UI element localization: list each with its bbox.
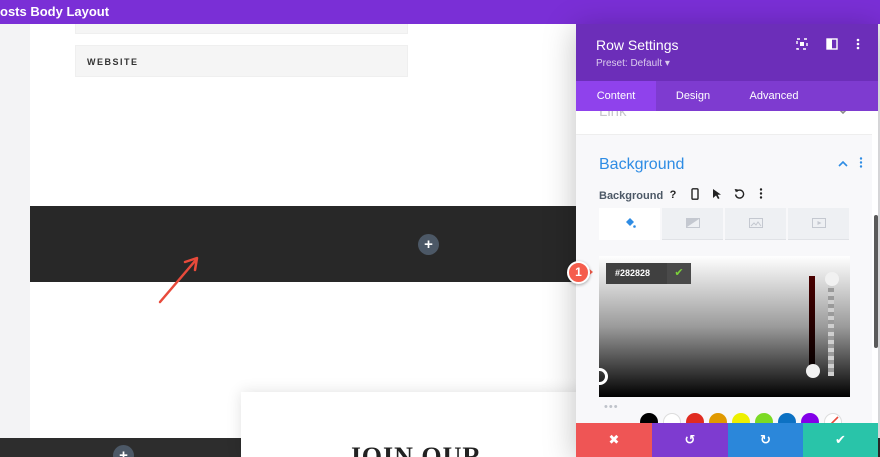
bg-video-tab[interactable] (788, 208, 849, 240)
link-section-toggle[interactable]: Link (576, 111, 872, 135)
builder-top-bar: osts Body Layout (0, 0, 880, 24)
background-field-label: Background (599, 190, 664, 202)
undo-button[interactable]: ↺ (652, 423, 728, 457)
bg-color-tab[interactable] (599, 208, 660, 240)
redo-button[interactable]: ↻ (728, 423, 803, 457)
panel-header: Row Settings Preset: Default ▾ (576, 24, 878, 81)
website-field-label: WEBSITE (87, 57, 139, 67)
row-settings-panel: Row Settings Preset: Default ▾ Content D… (576, 24, 878, 457)
hue-slider[interactable] (809, 276, 815, 376)
opacity-slider-handle[interactable] (825, 272, 839, 286)
panel-body: Link Background Background ? #282828 ✔ •… (576, 111, 878, 457)
hover-cursor-icon[interactable] (710, 188, 724, 202)
panel-tabs: Content Design Advanced (576, 81, 878, 111)
reset-icon[interactable] (732, 188, 746, 202)
dark-row[interactable] (30, 206, 590, 282)
question-icon[interactable]: ? (666, 188, 680, 202)
website-field[interactable]: WEBSITE (75, 45, 408, 77)
bg-gradient-tab[interactable] (662, 208, 723, 240)
join-card: JOIN OUR (241, 392, 589, 457)
mobile-icon[interactable] (688, 188, 702, 202)
gradient-icon (662, 217, 723, 231)
more-icon[interactable] (754, 188, 768, 202)
confirm-color-icon[interactable]: ✔ (667, 263, 691, 284)
tab-content[interactable]: Content (576, 81, 656, 111)
section-more-icon[interactable] (859, 157, 863, 171)
join-heading: JOIN OUR (347, 442, 483, 457)
page-title: osts Body Layout (0, 4, 110, 19)
pointer-arrow-icon (158, 256, 199, 304)
image-icon (725, 217, 786, 231)
saturation-handle[interactable] (599, 368, 608, 385)
preset-dropdown[interactable]: Preset: Default ▾ (596, 58, 670, 69)
more-options-icon[interactable] (851, 38, 865, 52)
background-section-title[interactable]: Background (599, 156, 684, 174)
hue-slider-handle[interactable] (806, 364, 820, 378)
step-badge: 1 (567, 261, 590, 284)
background-type-tabs (599, 208, 851, 240)
hex-color-input[interactable]: #282828 ✔ (606, 263, 691, 284)
panel-title: Row Settings (596, 37, 679, 53)
swatch-more-icon[interactable]: ••• (604, 401, 619, 413)
panel-action-bar: ✖ ↺ ↻ ✔ (576, 423, 878, 457)
bg-image-tab[interactable] (725, 208, 786, 240)
tab-design[interactable]: Design (663, 81, 723, 111)
video-icon (788, 217, 849, 231)
fullscreen-icon[interactable] (795, 38, 809, 52)
chevron-down-icon (838, 111, 848, 117)
chevron-up-icon[interactable] (838, 158, 848, 170)
add-module-button[interactable]: + (418, 234, 439, 255)
tab-advanced[interactable]: Advanced (738, 81, 810, 111)
hex-color-value: #282828 (615, 268, 651, 278)
paint-bucket-icon (599, 217, 660, 232)
split-view-icon[interactable] (825, 38, 839, 52)
form-field-above[interactable] (75, 24, 408, 34)
opacity-slider[interactable] (828, 276, 834, 376)
link-section-title: Link (599, 111, 627, 120)
panel-scrollbar[interactable] (874, 215, 878, 348)
save-button[interactable]: ✔ (803, 423, 878, 457)
cancel-button[interactable]: ✖ (576, 423, 652, 457)
